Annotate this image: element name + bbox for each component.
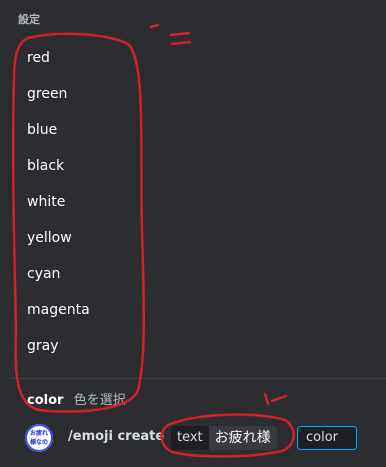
- popup-header: 設定: [18, 13, 40, 26]
- param-text-name: text: [171, 426, 209, 450]
- param-color-name: color: [298, 427, 347, 449]
- option-white[interactable]: white: [27, 187, 65, 217]
- app-icon: お疲れ様なの: [25, 424, 53, 452]
- slash-command: /emoji create: [68, 429, 165, 444]
- app-icon-text: お疲れ様なの: [29, 430, 48, 446]
- param-text-chip[interactable]: text お疲れ様: [171, 426, 277, 450]
- message-composer[interactable]: お疲れ様なの /emoji create text お疲れ様 color: [10, 414, 386, 467]
- option-red[interactable]: red: [27, 43, 50, 73]
- param-color-value[interactable]: [346, 427, 357, 449]
- option-black[interactable]: black: [27, 151, 64, 181]
- popup-divider: [10, 378, 386, 379]
- option-blue[interactable]: blue: [27, 115, 57, 145]
- option-cyan[interactable]: cyan: [27, 259, 60, 289]
- param-color-chip[interactable]: color: [297, 426, 358, 450]
- param-text-value[interactable]: お疲れ様: [208, 426, 277, 450]
- option-magenta[interactable]: magenta: [27, 295, 90, 325]
- option-gray[interactable]: gray: [27, 331, 59, 361]
- autocomplete-popup: 設定 red green blue black white yellow cya…: [10, 0, 386, 413]
- option-yellow[interactable]: yellow: [27, 223, 72, 253]
- parameter-hint: color 色を選択: [27, 389, 126, 408]
- hint-param-description: 色を選択: [73, 393, 126, 408]
- option-green[interactable]: green: [27, 79, 67, 109]
- hint-param-name: color: [27, 393, 64, 408]
